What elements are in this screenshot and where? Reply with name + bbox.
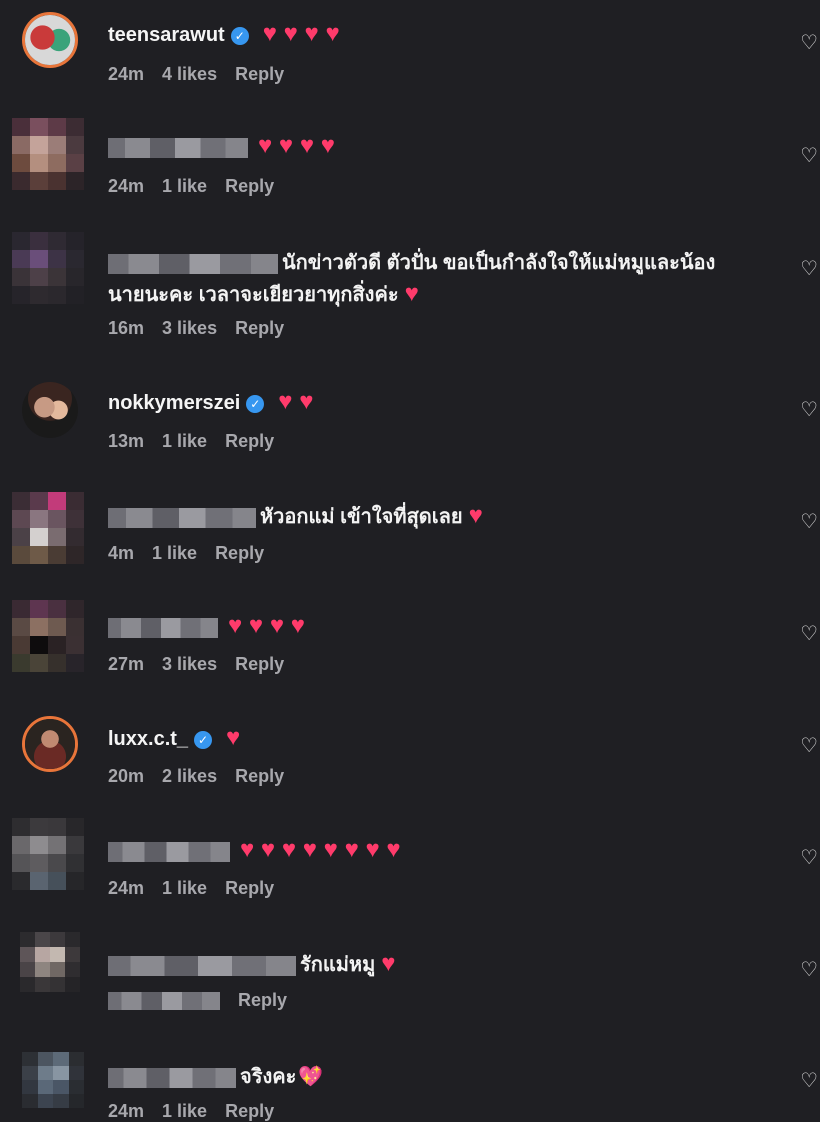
heart-outline-icon[interactable]: ♡: [800, 30, 818, 55]
heart-outline-icon[interactable]: ♡: [800, 397, 818, 422]
comment-text: จริงคะ: [240, 1066, 297, 1088]
comment-time: 24m: [108, 878, 145, 898]
reply-button[interactable]: Reply: [235, 64, 284, 84]
username-blurred[interactable]: [108, 955, 296, 976]
meta-blurred: [108, 992, 220, 1011]
comment-likes[interactable]: 3 likes: [162, 318, 217, 338]
verified-badge-icon: ✓: [230, 26, 249, 45]
username[interactable]: luxx.c.t_: [108, 728, 188, 750]
comment-likes[interactable]: 1 like: [152, 543, 197, 563]
avatar[interactable]: [12, 600, 84, 672]
avatar[interactable]: [12, 118, 84, 190]
comment-likes[interactable]: 1 like: [162, 431, 207, 451]
verified-badge-icon: ✓: [194, 730, 213, 749]
comment-text: รักแม่หมู: [300, 954, 376, 976]
avatar[interactable]: [12, 492, 84, 564]
heart-outline-icon[interactable]: ♡: [800, 733, 818, 758]
avatar[interactable]: [22, 716, 78, 772]
comment-likes[interactable]: 1 like: [162, 878, 207, 898]
comment-hearts: ♥: [468, 502, 483, 529]
comment-hearts: ♥ ♥ ♥ ♥: [262, 20, 340, 47]
verified-badge-icon: ✓: [246, 394, 265, 413]
comment-time: 20m: [108, 766, 145, 786]
reply-button[interactable]: Reply: [235, 766, 284, 786]
comment-likes[interactable]: 4 likes: [162, 64, 217, 84]
comment-time: 27m: [108, 654, 145, 674]
heart-outline-icon[interactable]: ♡: [800, 957, 818, 982]
avatar[interactable]: [12, 232, 84, 304]
avatar[interactable]: [22, 12, 78, 68]
reply-button[interactable]: Reply: [225, 878, 274, 898]
heart-outline-icon[interactable]: ♡: [800, 509, 818, 534]
heart-outline-icon[interactable]: ♡: [800, 1068, 818, 1093]
comment-hearts: ♥: [404, 280, 419, 307]
reply-button[interactable]: Reply: [215, 543, 264, 563]
username-blurred[interactable]: [108, 253, 278, 274]
comment-text-continued: นายนะคะ เวลาจะเยียวยาทุกสิ่งค่ะ: [108, 284, 399, 306]
username[interactable]: nokkymerszei: [108, 392, 240, 414]
comment-hearts: ♥ ♥: [278, 388, 314, 415]
comment-likes[interactable]: 1 like: [162, 176, 207, 196]
comment-time: 24m: [108, 1101, 145, 1121]
username-blurred[interactable]: [108, 1067, 236, 1088]
username[interactable]: teensarawut: [108, 24, 225, 46]
heart-outline-icon[interactable]: ♡: [800, 845, 818, 870]
comment-text: นักข่าวตัวดี ตัวปั่น ขอเป็นกำลังใจให้แม่…: [282, 252, 716, 274]
heart-outline-icon[interactable]: ♡: [800, 621, 818, 646]
avatar[interactable]: [20, 932, 80, 992]
comment-hearts: ♥ ♥ ♥ ♥ ♥ ♥ ♥ ♥: [240, 836, 401, 863]
avatar[interactable]: [12, 818, 84, 890]
avatar[interactable]: [22, 382, 78, 438]
comment-time: 4m: [108, 543, 135, 563]
username-blurred[interactable]: [108, 841, 230, 862]
comment-likes[interactable]: 1 like: [162, 1101, 207, 1121]
heart-outline-icon[interactable]: ♡: [800, 256, 818, 281]
username-blurred[interactable]: [108, 617, 218, 638]
comment-hearts: ♥ ♥ ♥ ♥: [228, 612, 306, 639]
comment-likes[interactable]: 3 likes: [162, 654, 217, 674]
reply-button[interactable]: Reply: [225, 431, 274, 451]
reply-button[interactable]: Reply: [235, 654, 284, 674]
comment-hearts: ♥: [381, 950, 396, 977]
username-blurred[interactable]: [108, 137, 248, 158]
comment-hearts: ♥: [226, 724, 241, 751]
comment-time: 24m: [108, 64, 145, 84]
comment-hearts: 💖: [298, 1066, 324, 1088]
comment-text: หัวอกแม่ เข้าใจที่สุดเลย: [260, 506, 463, 528]
reply-button[interactable]: Reply: [225, 1101, 274, 1121]
heart-outline-icon[interactable]: ♡: [800, 143, 818, 168]
reply-button[interactable]: Reply: [238, 990, 287, 1010]
reply-button[interactable]: Reply: [225, 176, 274, 196]
comment-hearts: ♥ ♥ ♥ ♥: [258, 132, 336, 159]
comment-time: 13m: [108, 431, 145, 451]
username-blurred[interactable]: [108, 507, 256, 528]
comment-likes[interactable]: 2 likes: [162, 766, 217, 786]
reply-button[interactable]: Reply: [235, 318, 284, 338]
comment-time: 16m: [108, 318, 145, 338]
avatar[interactable]: [22, 1052, 84, 1108]
comment-time: 24m: [108, 176, 145, 196]
